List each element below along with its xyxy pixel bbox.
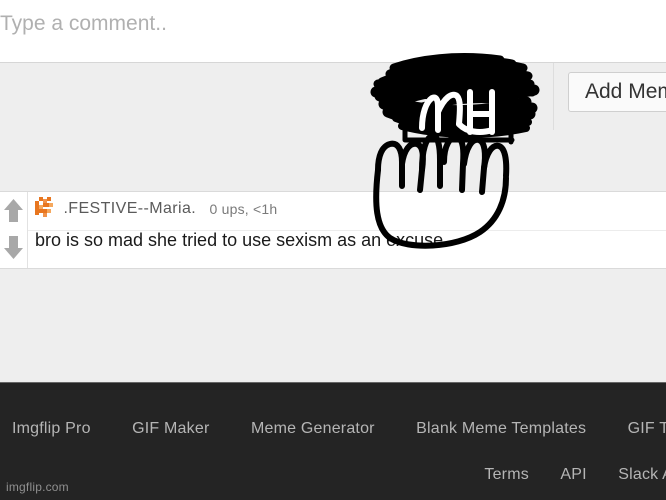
comment-username[interactable]: .FESTIVE--Maria. xyxy=(63,200,196,218)
footer-link-gif-maker[interactable]: GIF Maker xyxy=(132,420,209,438)
comment-text: bro is so mad she tried to use sexism as… xyxy=(35,230,444,250)
footer-secondary-links: Terms API Slack A xyxy=(484,466,666,484)
imgflip-watermark: imgflip.com xyxy=(6,480,69,494)
footer-link-api[interactable]: API xyxy=(560,466,586,484)
footer-link-gif-templates[interactable]: GIF Te xyxy=(628,420,666,438)
footer-link-meme-generator[interactable]: Meme Generator xyxy=(251,420,375,438)
arrow-up-icon[interactable] xyxy=(2,196,25,226)
add-meme-button[interactable]: Add Meme xyxy=(568,72,666,112)
arrow-down-icon[interactable] xyxy=(2,232,25,262)
avatar-icon xyxy=(35,197,57,219)
footer-primary-links: Imgflip Pro GIF Maker Meme Generator Bla… xyxy=(0,420,666,438)
comment-composer xyxy=(0,0,666,62)
footer-link-blank-meme-templates[interactable]: Blank Meme Templates xyxy=(416,420,586,438)
vote-column xyxy=(0,192,28,268)
comment-input[interactable] xyxy=(0,5,424,43)
comment-card: .FESTIVE--Maria. 0 ups, <1h bro is so ma… xyxy=(0,191,666,269)
site-footer: Imgflip Pro GIF Maker Meme Generator Bla… xyxy=(0,382,666,500)
composer-toolbar: Add Meme xyxy=(0,63,666,130)
footer-link-imgflip-pro[interactable]: Imgflip Pro xyxy=(12,420,91,438)
comment-stats: 0 ups, <1h xyxy=(209,201,278,217)
comment-body: .FESTIVE--Maria. 0 ups, <1h bro is so ma… xyxy=(28,192,666,268)
footer-link-terms[interactable]: Terms xyxy=(484,466,529,484)
imgflip-comment-page: Add Meme 1 Comment xyxy=(0,0,666,500)
footer-link-slack-app[interactable]: Slack A xyxy=(618,466,666,484)
comment-meta: .FESTIVE--Maria. 0 ups, <1h xyxy=(35,197,278,228)
toolbar-divider xyxy=(553,63,554,130)
